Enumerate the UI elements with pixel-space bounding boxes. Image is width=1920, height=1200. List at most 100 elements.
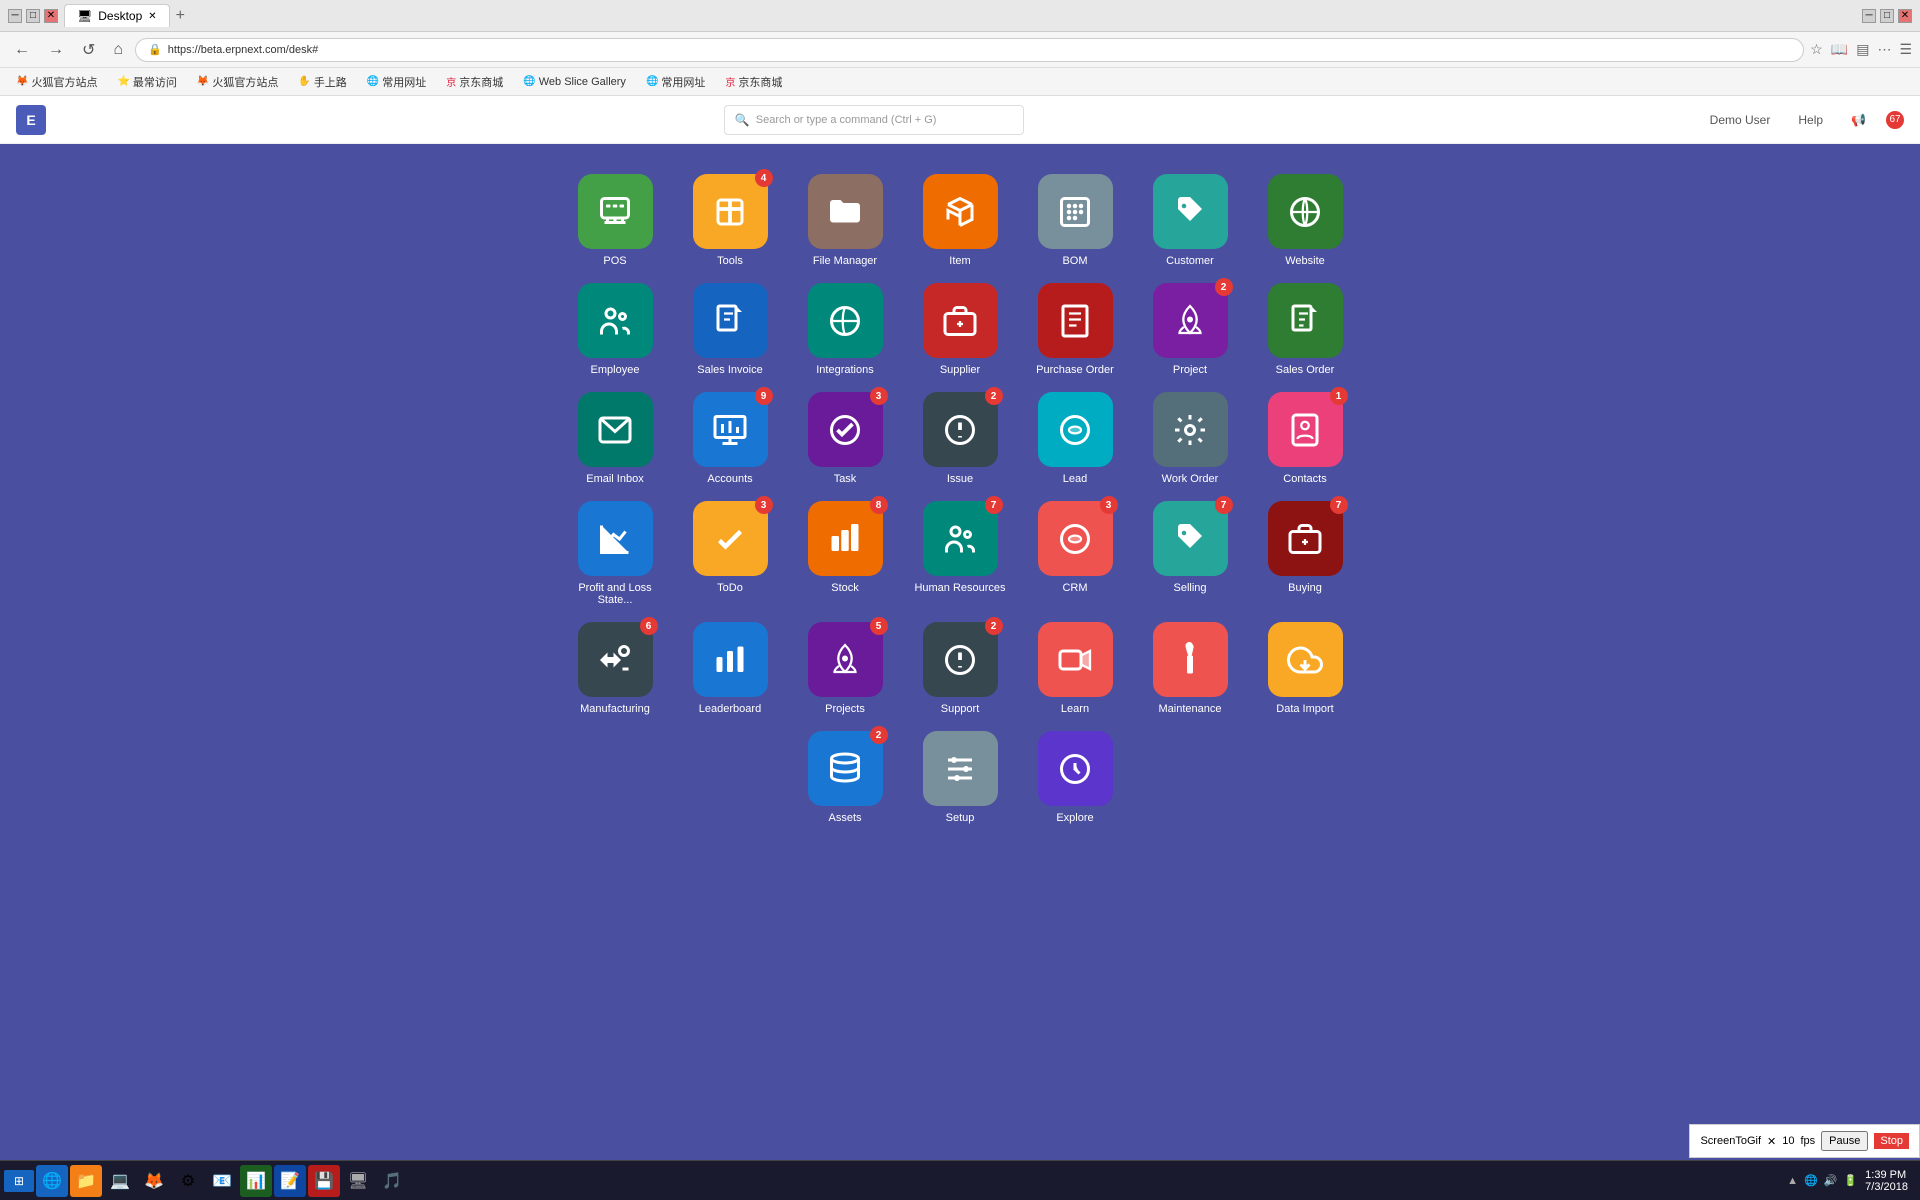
app-icon-tools[interactable]: 4Tools [683,174,778,267]
taskbar-firefox-icon[interactable]: 🦊 [138,1165,170,1197]
tray-arrow[interactable]: ▲ [1787,1175,1798,1187]
taskbar-folder-icon[interactable]: 📁 [70,1165,102,1197]
app-label-project: Project [1173,364,1207,376]
app-icon-support[interactable]: 2Support [913,622,1008,715]
app-icon-item[interactable]: Item [913,174,1008,267]
app-icon-box-integrations [808,283,883,358]
bookmark-jd2[interactable]: 京京东商城 [717,72,790,92]
app-icon-box-todo: 3 [693,501,768,576]
refresh-button[interactable]: ↺ [76,38,101,62]
app-icon-task[interactable]: 3Task [798,392,893,485]
app-icon-selling[interactable]: 7Selling [1143,501,1238,606]
app-icon-bom[interactable]: BOM [1028,174,1123,267]
taskbar-email-icon[interactable]: 📧 [206,1165,238,1197]
taskbar-screen-icon[interactable]: 🖥 [342,1165,374,1197]
taskbar-excel-icon[interactable]: 📊 [240,1165,272,1197]
app-icon-crm[interactable]: 3CRM [1028,501,1123,606]
bookmark-common[interactable]: 🌐常用网址 [359,72,434,92]
minimize-btn[interactable]: ─ [8,9,22,23]
bookmark-sohu[interactable]: 🦊火狐官方站点 [8,72,105,92]
app-icon-purchase-order[interactable]: Purchase Order [1028,283,1123,376]
bookmark-common2[interactable]: 🌐常用网址 [638,72,713,92]
home-button[interactable]: ⌂ [107,39,129,61]
help-btn[interactable]: Help [1790,109,1831,131]
app-icon-email-inbox[interactable]: Email Inbox [568,392,663,485]
app-icon-issue[interactable]: 2Issue [913,392,1008,485]
notification-badge[interactable]: 67 [1886,111,1904,129]
bookmark-jd[interactable]: 京京东商城 [438,72,511,92]
browser-tab[interactable]: 🖥 Desktop ✕ [64,4,170,27]
win-maximize[interactable]: □ [1880,9,1894,23]
app-icon-supplier[interactable]: Supplier [913,283,1008,376]
tab-close-btn[interactable]: ✕ [148,11,156,22]
bookmark-frequent[interactable]: ⭐最常访问 [109,72,184,92]
app-icon-learn[interactable]: Learn [1028,622,1123,715]
more-icon[interactable]: ⋯ [1877,41,1891,58]
menu-icon[interactable]: ☰ [1899,41,1912,58]
app-icon-data-import[interactable]: Data Import [1258,622,1353,715]
app-label-accounts: Accounts [707,473,752,485]
app-icon-employee[interactable]: Employee [568,283,663,376]
taskbar-computer-icon[interactable]: 💻 [104,1165,136,1197]
app-row-5: 2AssetsSetupExplore [798,731,1123,824]
app-icon-manufacturing[interactable]: 6Manufacturing [568,622,663,715]
app-icon-todo[interactable]: 3ToDo [683,501,778,606]
app-icon-buying[interactable]: 7Buying [1258,501,1353,606]
forward-button[interactable]: → [42,39,70,61]
bookmark-firefox[interactable]: 🦊火狐官方站点 [189,72,286,92]
new-tab-button[interactable]: + [176,7,185,25]
tray-battery[interactable]: 🔋 [1843,1174,1857,1187]
stop-button[interactable]: Stop [1874,1133,1909,1149]
app-icon-sales-invoice[interactable]: Sales Invoice [683,283,778,376]
taskbar-word-icon[interactable]: 📝 [274,1165,306,1197]
tray-network[interactable]: 🌐 [1804,1174,1818,1187]
back-button[interactable]: ← [8,39,36,61]
address-bar[interactable]: 🔒 https://beta.erpnext.com/desk# [135,38,1804,62]
favorites-icon[interactable]: ☆ [1810,41,1823,58]
app-icon-contacts[interactable]: 1Contacts [1258,392,1353,485]
app-icon-lead[interactable]: Lead [1028,392,1123,485]
app-icon-pos[interactable]: POS [568,174,663,267]
taskbar-ie-icon[interactable]: 🌐 [36,1165,68,1197]
app-icon-work-order[interactable]: Work Order [1143,392,1238,485]
app-icon-setup[interactable]: Setup [913,731,1008,824]
bookmark-road[interactable]: ✋手上路 [290,72,354,92]
app-icon-file-manager[interactable]: File Manager [798,174,893,267]
app-icon-human-resources[interactable]: 7Human Resources [913,501,1008,606]
win-close[interactable]: ✕ [1898,9,1912,23]
taskbar-media-icon[interactable]: 🎵 [376,1165,408,1197]
maximize-btn[interactable]: □ [26,9,40,23]
app-icon-project[interactable]: 2Project [1143,283,1238,376]
bookmark-webslice[interactable]: 🌐Web Slice Gallery [515,74,634,90]
reader-icon[interactable]: 📖 [1831,41,1848,58]
app-icon-explore[interactable]: Explore [1028,731,1123,824]
tray-sound[interactable]: 🔊 [1824,1174,1838,1187]
taskbar-ppt-icon[interactable]: 💾 [308,1165,340,1197]
app-icon-projects[interactable]: 5Projects [798,622,893,715]
app-icon-accounts[interactable]: 9Accounts [683,392,778,485]
user-menu[interactable]: Demo User [1702,109,1779,131]
app-label-bom: BOM [1062,255,1087,267]
app-icon-stock[interactable]: 8Stock [798,501,893,606]
megaphone-icon[interactable]: 📢 [1843,109,1874,131]
search-box[interactable]: 🔍 Search or type a command (Ctrl + G) [724,105,1024,135]
app-icon-integrations[interactable]: Integrations [798,283,893,376]
win-minimize[interactable]: ─ [1862,9,1876,23]
start-button[interactable]: ⊞ [4,1170,34,1192]
app-label-selling: Selling [1173,582,1206,594]
app-icon-website[interactable]: Website [1258,174,1353,267]
app-icon-assets[interactable]: 2Assets [798,731,893,824]
app-icon-customer[interactable]: Customer [1143,174,1238,267]
app-label-pos: POS [603,255,626,267]
close-btn[interactable]: ✕ [44,9,58,23]
screenrecorder-close[interactable]: ✕ [1767,1135,1776,1148]
app-icon-profit-loss[interactable]: Profit and Loss State... [568,501,663,606]
app-icon-leaderboard[interactable]: Leaderboard [683,622,778,715]
taskbar-chrome-icon[interactable]: ⚙ [172,1165,204,1197]
app-logo[interactable]: E [16,105,46,135]
app-icon-maintenance[interactable]: Maintenance [1143,622,1238,715]
sidebar-icon[interactable]: ▤ [1856,41,1869,58]
app-icon-sales-order[interactable]: Sales Order [1258,283,1353,376]
app-icon-box-tools: 4 [693,174,768,249]
pause-button[interactable]: Pause [1821,1131,1868,1151]
